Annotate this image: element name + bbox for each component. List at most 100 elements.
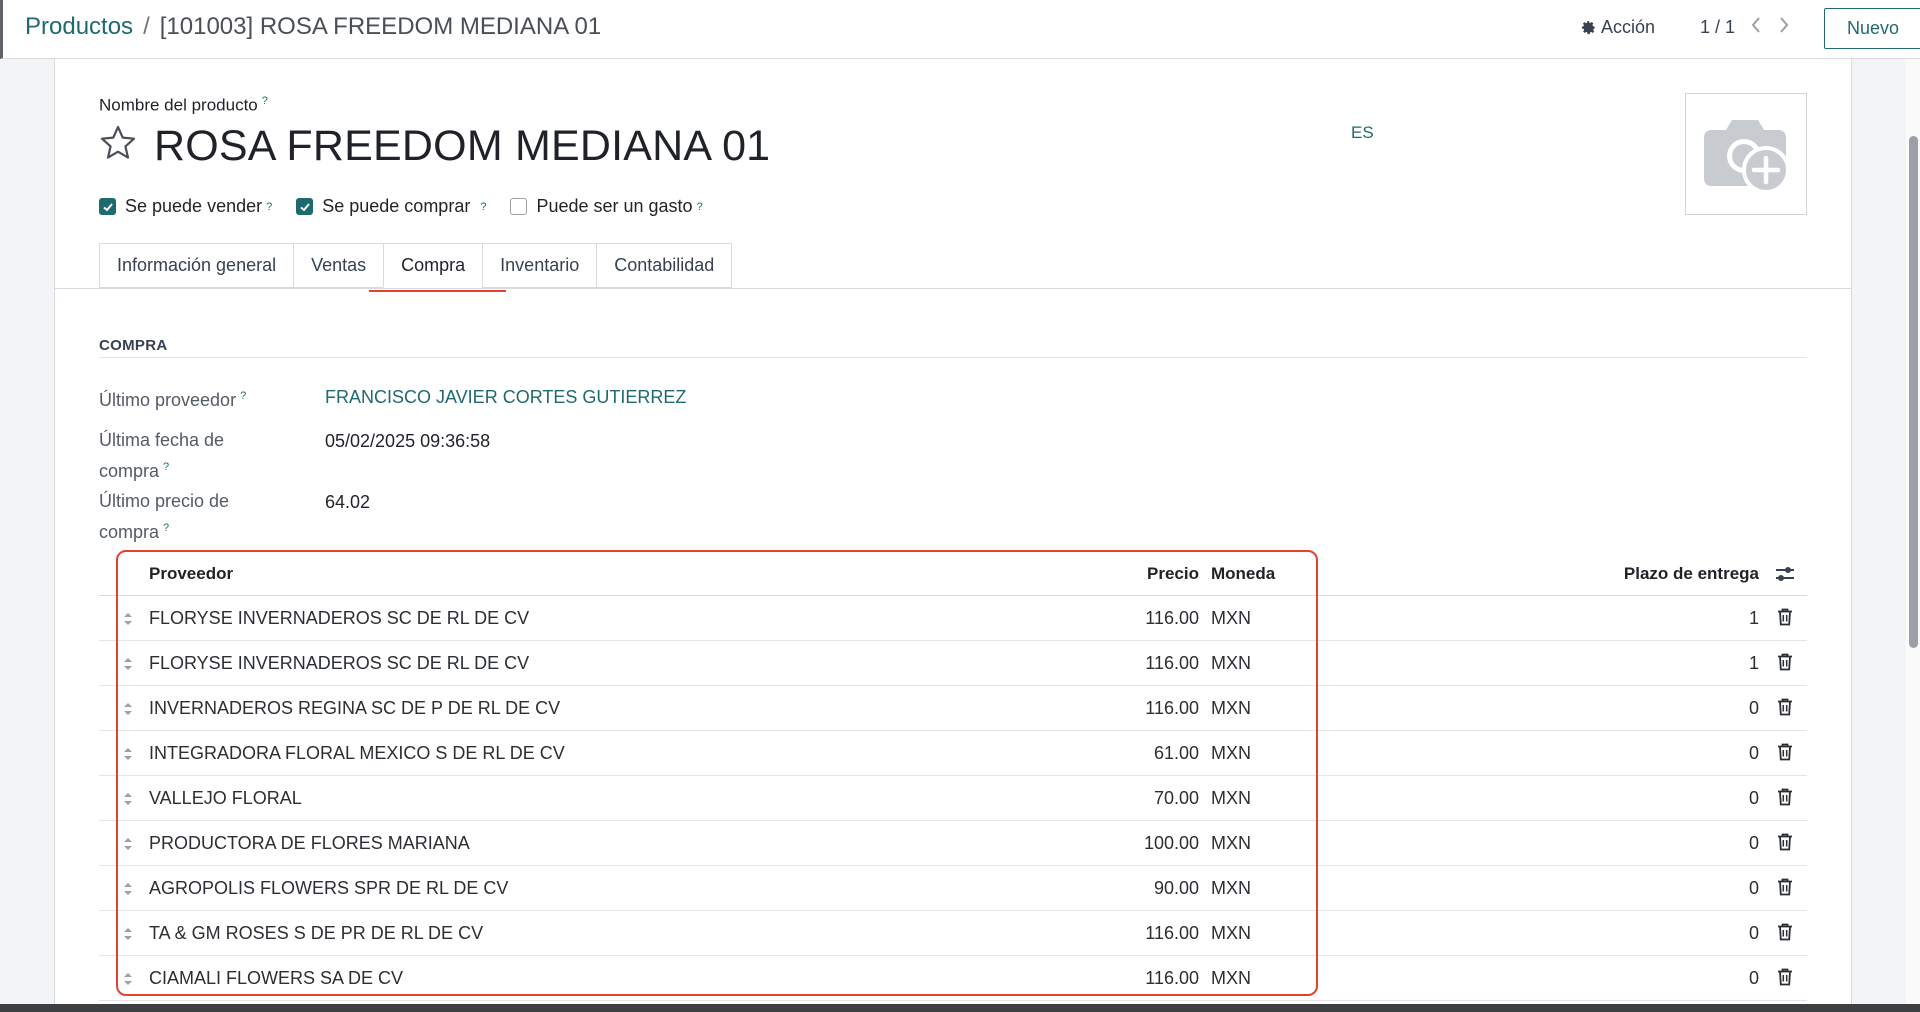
help-tooltip-icon[interactable]: ? xyxy=(262,95,268,107)
lead-time-cell[interactable]: 0 xyxy=(1639,878,1759,899)
can-be-sold-checkbox[interactable]: Se puede vender? xyxy=(99,196,272,217)
drag-handle-icon[interactable] xyxy=(122,789,134,809)
delete-row-button[interactable] xyxy=(1777,608,1793,626)
tab-accounting[interactable]: Contabilidad xyxy=(596,243,733,288)
tab-general-information[interactable]: Información general xyxy=(99,243,294,288)
vendor-name-cell[interactable]: INTEGRADORA FLORAL MEXICO S DE RL DE CV xyxy=(149,743,565,764)
help-tooltip-icon[interactable]: ? xyxy=(480,201,486,213)
price-cell[interactable]: 116.00 xyxy=(1059,698,1199,719)
help-tooltip-icon[interactable]: ? xyxy=(266,201,272,213)
lead-time-cell[interactable]: 1 xyxy=(1639,608,1759,629)
price-cell[interactable]: 116.00 xyxy=(1059,608,1199,629)
delete-row-button[interactable] xyxy=(1777,968,1793,986)
delete-row-button[interactable] xyxy=(1777,923,1793,941)
checkbox-checked-icon xyxy=(296,198,314,215)
drag-handle-icon[interactable] xyxy=(122,834,134,854)
delete-row-button[interactable] xyxy=(1777,653,1793,671)
price-cell[interactable]: 70.00 xyxy=(1059,788,1199,809)
drag-handle-icon[interactable] xyxy=(122,879,134,899)
delete-row-button[interactable] xyxy=(1777,833,1793,851)
can-be-expensed-checkbox[interactable]: Puede ser un gasto? xyxy=(510,196,703,217)
lead-time-cell[interactable]: 1 xyxy=(1639,653,1759,674)
drag-handle-icon[interactable] xyxy=(122,924,134,944)
lead-time-cell[interactable]: 0 xyxy=(1639,833,1759,854)
optional-columns-toggle[interactable] xyxy=(1774,564,1796,584)
price-cell[interactable]: 61.00 xyxy=(1059,743,1199,764)
drag-handle-icon[interactable] xyxy=(122,609,134,629)
table-row[interactable]: TA & GM ROSES S DE PR DE RL DE CV 116.00 M… xyxy=(99,911,1807,956)
table-row[interactable]: INTEGRADORA FLORAL MEXICO S DE RL DE CV 6… xyxy=(99,731,1807,776)
new-record-button[interactable]: Nuevo xyxy=(1824,8,1920,49)
table-row[interactable]: INVERNADEROS REGINA SC DE P DE RL DE CV 1… xyxy=(99,686,1807,731)
vendor-name-cell[interactable]: TA & GM ROSES S DE PR DE RL DE CV xyxy=(149,923,483,944)
currency-cell[interactable]: MXN xyxy=(1211,653,1251,674)
delete-row-button[interactable] xyxy=(1777,698,1793,716)
drag-handle-icon[interactable] xyxy=(122,744,134,764)
language-toggle[interactable]: ES xyxy=(1351,123,1374,143)
favorite-toggle[interactable] xyxy=(98,123,138,163)
column-header-vendor[interactable]: Proveedor xyxy=(149,564,233,584)
lead-time-cell[interactable]: 0 xyxy=(1639,788,1759,809)
can-be-expensed-label: Puede ser un gasto xyxy=(536,196,693,216)
column-header-price[interactable]: Precio xyxy=(1059,564,1199,584)
tab-sales[interactable]: Ventas xyxy=(293,243,384,288)
drag-handle-icon[interactable] xyxy=(122,654,134,674)
vendor-name-cell[interactable]: INVERNADEROS REGINA SC DE P DE RL DE CV xyxy=(149,698,560,719)
drag-handle-icon[interactable] xyxy=(122,699,134,719)
currency-cell[interactable]: MXN xyxy=(1211,698,1251,719)
currency-cell[interactable]: MXN xyxy=(1211,968,1251,989)
breadcrumb-parent-link[interactable]: Productos xyxy=(25,13,133,41)
table-row[interactable]: VALLEJO FLORAL 70.00 MXN 0 xyxy=(99,776,1807,821)
lead-time-cell[interactable]: 0 xyxy=(1639,968,1759,989)
price-cell[interactable]: 100.00 xyxy=(1059,833,1199,854)
last-vendor-link[interactable]: FRANCISCO JAVIER CORTES GUTIERREZ xyxy=(325,387,686,408)
can-be-purchased-checkbox[interactable]: Se puede comprar? xyxy=(296,196,486,217)
action-menu-button[interactable]: Acción xyxy=(1581,17,1655,38)
currency-cell[interactable]: MXN xyxy=(1211,743,1251,764)
currency-cell[interactable]: MXN xyxy=(1211,833,1251,854)
can-be-purchased-label: Se puede comprar xyxy=(322,196,471,216)
tab-purchase[interactable]: Compra xyxy=(383,243,483,288)
table-row[interactable]: CIAMALI FLOWERS SA DE CV 116.00 MXN 0 xyxy=(99,956,1807,1001)
can-be-sold-label: Se puede vender xyxy=(125,196,263,216)
currency-cell[interactable]: MXN xyxy=(1211,923,1251,944)
vendor-name-cell[interactable]: FLORYSE INVERNADEROS SC DE RL DE CV xyxy=(149,608,529,629)
lead-time-cell[interactable]: 0 xyxy=(1639,698,1759,719)
drag-handle-icon[interactable] xyxy=(122,969,134,989)
vendor-name-cell[interactable]: FLORYSE INVERNADEROS SC DE RL DE CV xyxy=(149,653,529,674)
pager-value[interactable]: 1 / 1 xyxy=(1700,17,1735,38)
table-row[interactable]: FLORYSE INVERNADEROS SC DE RL DE CV 116.0… xyxy=(99,641,1807,686)
currency-cell[interactable]: MXN xyxy=(1211,878,1251,899)
pager-next-button[interactable] xyxy=(1777,15,1791,41)
vendor-name-cell[interactable]: AGROPOLIS FLOWERS SPR DE RL DE CV xyxy=(149,878,508,899)
column-header-lead-time[interactable]: Plazo de entrega xyxy=(1579,564,1759,584)
delete-row-button[interactable] xyxy=(1777,878,1793,896)
product-name-field[interactable]: ROSA FREEDOM MEDIANA 01 xyxy=(154,122,770,171)
currency-cell[interactable]: MXN xyxy=(1211,788,1251,809)
help-tooltip-icon[interactable]: ? xyxy=(163,522,169,534)
lead-time-cell[interactable]: 0 xyxy=(1639,743,1759,764)
product-image-upload[interactable] xyxy=(1685,93,1807,215)
table-row[interactable]: AGROPOLIS FLOWERS SPR DE RL DE CV 90.00 MX… xyxy=(99,866,1807,911)
table-row[interactable]: PRODUCTORA DE FLORES MARIANA 100.00 MXN 0 xyxy=(99,821,1807,866)
delete-row-button[interactable] xyxy=(1777,743,1793,761)
vendor-name-cell[interactable]: CIAMALI FLOWERS SA DE CV xyxy=(149,968,403,989)
price-cell[interactable]: 90.00 xyxy=(1059,878,1199,899)
price-cell[interactable]: 116.00 xyxy=(1059,653,1199,674)
table-row[interactable]: FLORYSE INVERNADEROS SC DE RL DE CV 116.0… xyxy=(99,596,1807,641)
pager-previous-button[interactable] xyxy=(1749,15,1763,41)
price-cell[interactable]: 116.00 xyxy=(1059,923,1199,944)
lead-time-cell[interactable]: 0 xyxy=(1639,923,1759,944)
scrollbar-thumb[interactable] xyxy=(1909,136,1918,648)
help-tooltip-icon[interactable]: ? xyxy=(240,390,246,402)
trash-icon xyxy=(1778,788,1792,806)
tab-inventory[interactable]: Inventario xyxy=(482,243,597,288)
help-tooltip-icon[interactable]: ? xyxy=(697,201,703,213)
price-cell[interactable]: 116.00 xyxy=(1059,968,1199,989)
vendor-name-cell[interactable]: PRODUCTORA DE FLORES MARIANA xyxy=(149,833,470,854)
help-tooltip-icon[interactable]: ? xyxy=(163,461,169,473)
currency-cell[interactable]: MXN xyxy=(1211,608,1251,629)
vendor-name-cell[interactable]: VALLEJO FLORAL xyxy=(149,788,302,809)
delete-row-button[interactable] xyxy=(1777,788,1793,806)
column-header-currency[interactable]: Moneda xyxy=(1211,564,1275,584)
